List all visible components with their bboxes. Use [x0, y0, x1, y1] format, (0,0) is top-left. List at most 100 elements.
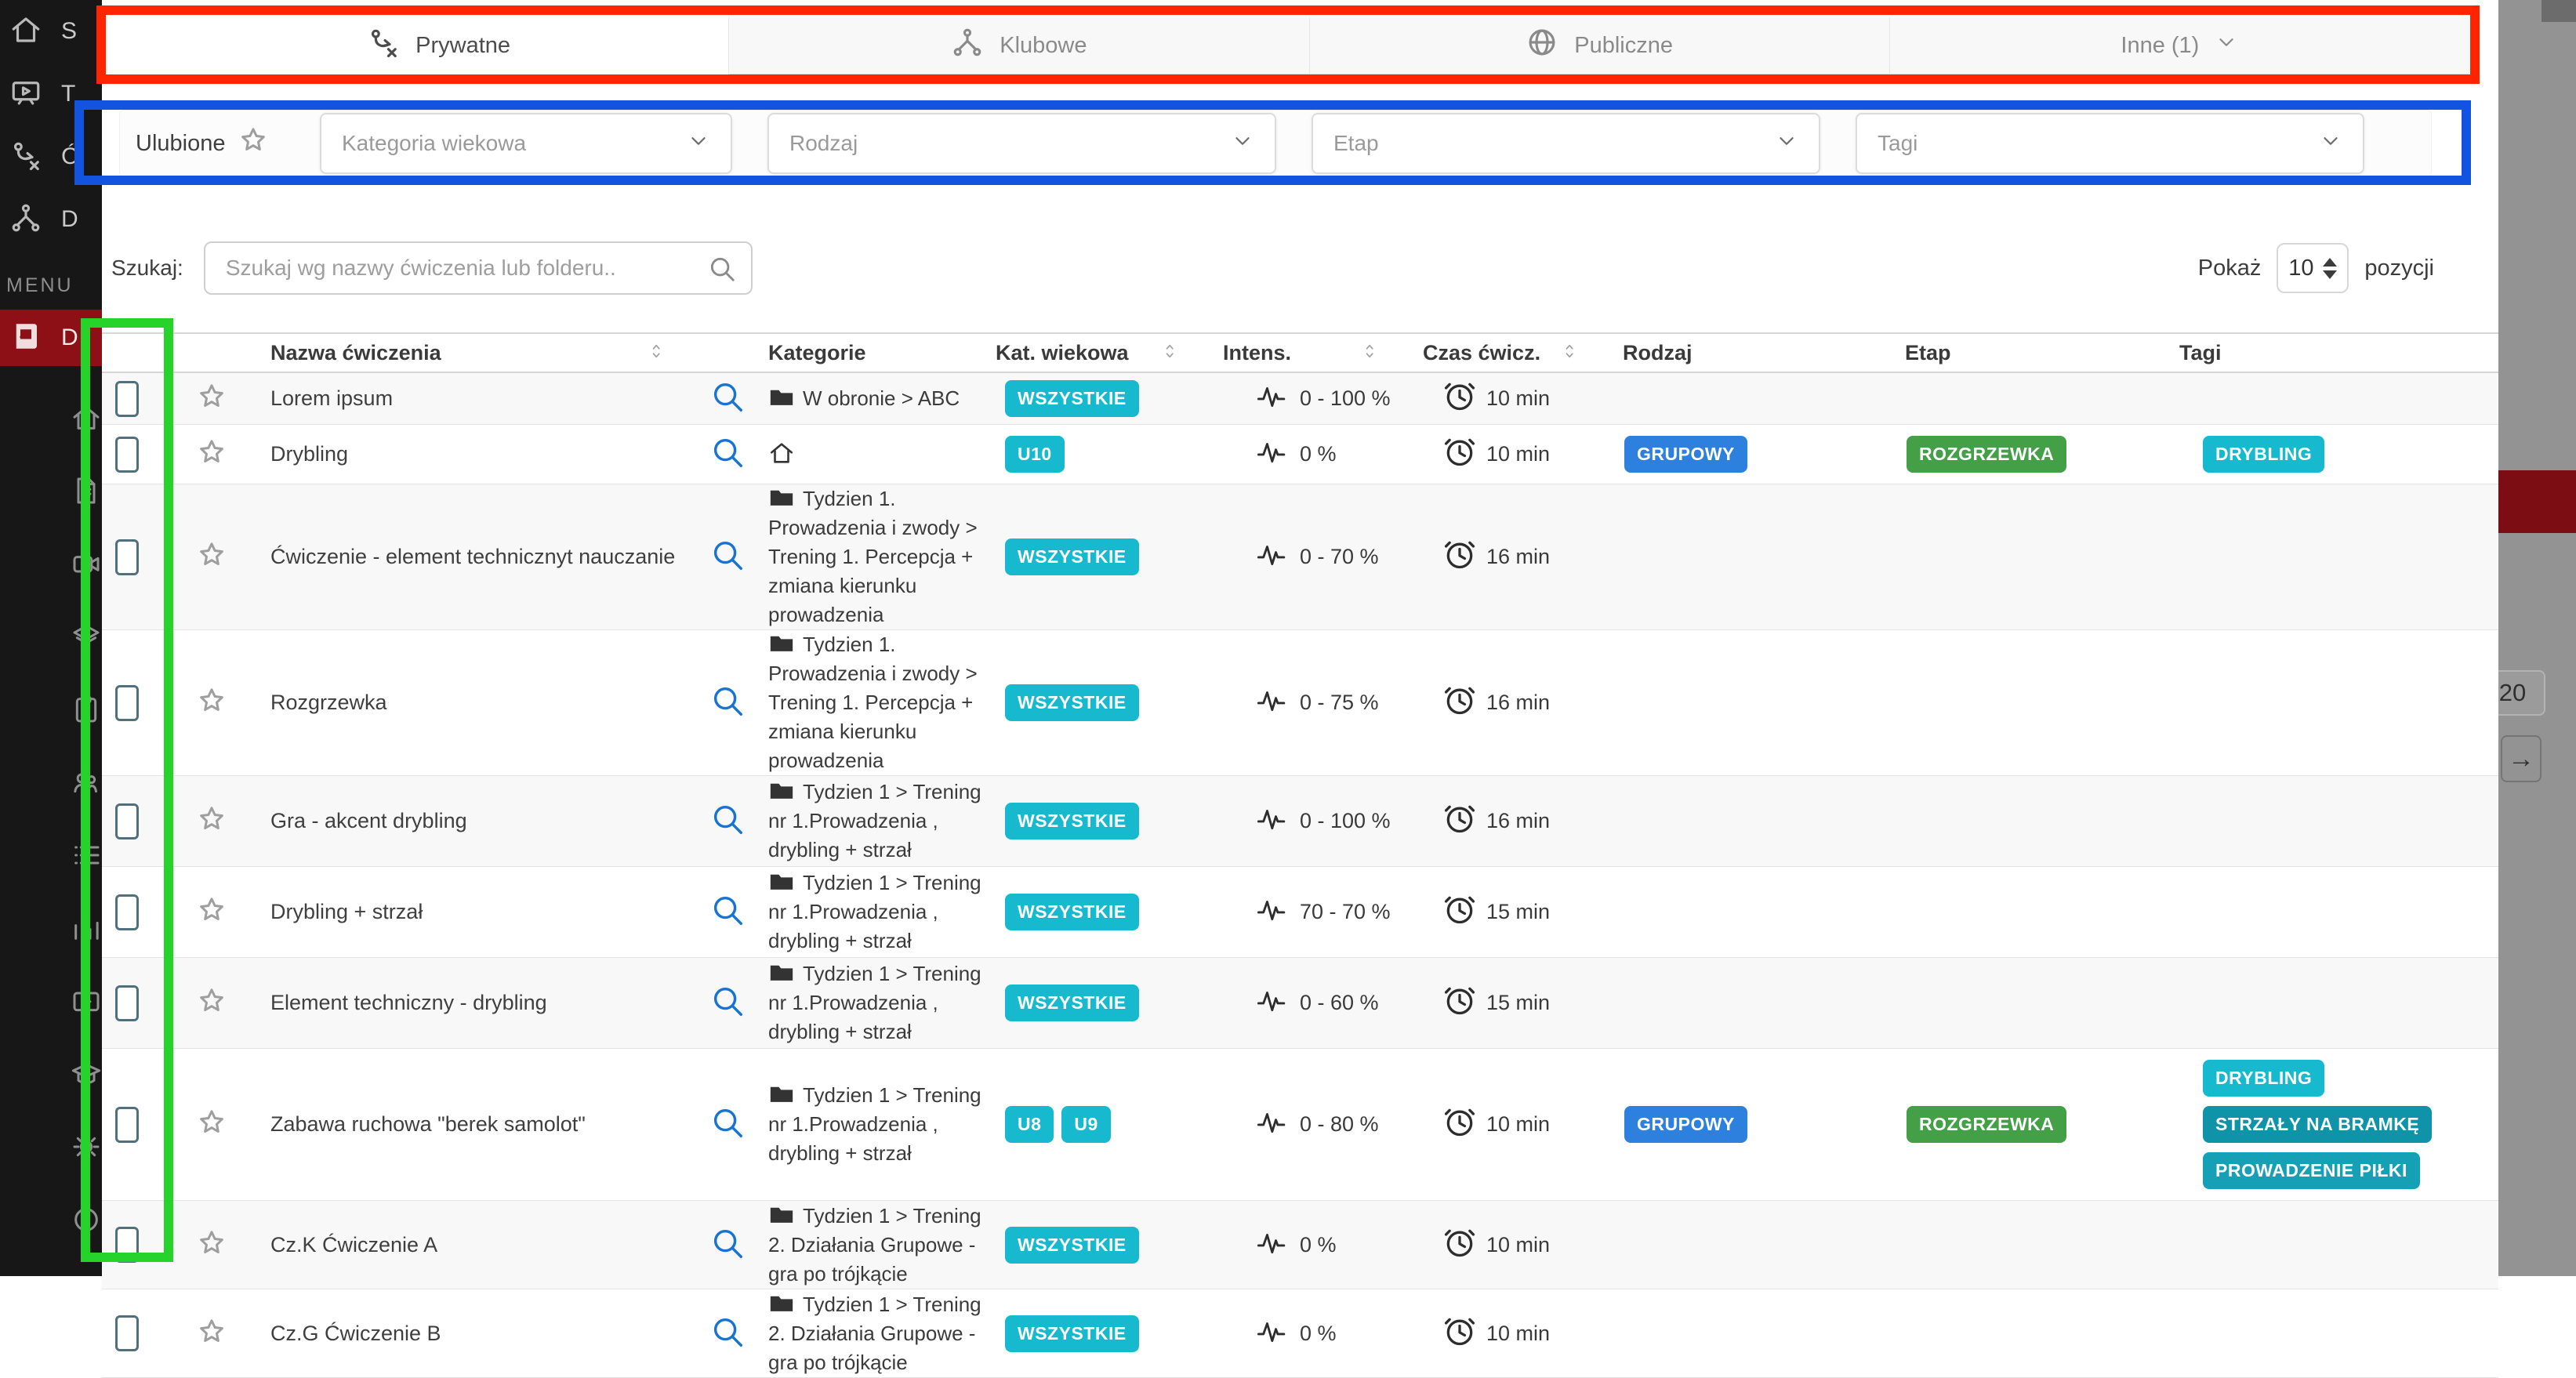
star-icon[interactable]	[196, 1316, 227, 1351]
tab-klubowe[interactable]: Klubowe	[729, 17, 1309, 75]
page-size-select[interactable]: 10	[2277, 243, 2349, 293]
duration-value: 16 min	[1486, 809, 1550, 833]
row-preview-cell	[709, 801, 768, 841]
duration-cell: 10 min	[1423, 379, 1623, 419]
star-icon[interactable]	[196, 685, 227, 720]
row-checkbox[interactable]	[115, 685, 139, 721]
star-icon[interactable]	[196, 894, 227, 930]
star-icon[interactable]	[238, 125, 269, 162]
star-icon[interactable]	[196, 437, 227, 472]
sidebar-item-hierarchy[interactable]: D	[0, 188, 102, 251]
row-checkbox[interactable]	[115, 803, 139, 839]
video-icon[interactable]	[71, 985, 102, 1021]
row-favorite-cell	[188, 985, 270, 1021]
clipboard-icon[interactable]	[71, 694, 102, 729]
intensity-cell: 70 - 70 %	[1223, 894, 1423, 930]
filter-dropdown-kategoria-wiekowa[interactable]: Kategoria wiekowa	[320, 113, 732, 174]
tag-badge: DRYBLING	[2203, 436, 2324, 473]
intensity-cell: 0 - 80 %	[1223, 1107, 1423, 1142]
type-cell: GRUPOWY	[1623, 436, 1905, 473]
table-row: RozgrzewkaTydzien 1. Prowadzenia i zwody…	[102, 630, 2498, 776]
column-header-czas-ćwicz-[interactable]: Czas ćwicz.	[1423, 341, 1623, 365]
zoom-preview-icon[interactable]	[709, 537, 746, 577]
layers-icon[interactable]	[71, 621, 102, 656]
chart-icon[interactable]	[71, 912, 102, 948]
star-icon[interactable]	[196, 1107, 227, 1142]
search-input[interactable]	[205, 243, 751, 293]
zoom-preview-icon[interactable]	[709, 379, 746, 419]
row-checkbox[interactable]	[115, 1315, 139, 1351]
tab-prywatne[interactable]: Prywatne	[149, 17, 729, 75]
zoom-preview-icon[interactable]	[709, 892, 746, 932]
hierarchy-icon	[951, 26, 984, 65]
doc-icon[interactable]	[71, 475, 102, 510]
exercise-name: Drybling	[270, 442, 709, 466]
tag-badge: DRYBLING	[2203, 1060, 2324, 1097]
column-header-etap: Etap	[1905, 341, 2179, 365]
tab-inne-1-[interactable]: Inne (1)	[1890, 17, 2469, 75]
search-icon	[707, 254, 737, 284]
sidebar-item-home[interactable]: S	[0, 0, 102, 63]
row-checkbox[interactable]	[115, 539, 139, 575]
list-icon[interactable]	[71, 839, 102, 875]
duration-value: 16 min	[1486, 691, 1550, 715]
tab-label: Publiczne	[1574, 33, 1673, 59]
zoom-preview-icon[interactable]	[709, 801, 746, 841]
cap-icon[interactable]	[71, 1058, 102, 1093]
filter-dropdown-rodzaj[interactable]: Rodzaj	[767, 113, 1276, 174]
row-checkbox[interactable]	[115, 894, 139, 930]
row-checkbox[interactable]	[115, 1227, 139, 1263]
camera-icon[interactable]	[71, 548, 102, 583]
sort-icon[interactable]	[1562, 341, 1580, 364]
star-icon[interactable]	[196, 985, 227, 1021]
row-checkbox-cell	[102, 1315, 188, 1351]
star-icon[interactable]	[196, 381, 227, 416]
column-header-intens-[interactable]: Intens.	[1223, 341, 1423, 365]
exercise-name: Cz.K Ćwiczenie A	[270, 1233, 709, 1257]
home-icon[interactable]	[71, 402, 102, 437]
age-category-cell: U10	[996, 436, 1223, 473]
intensity-value: 0 - 100 %	[1300, 386, 1391, 411]
stage-badge: ROZGRZEWKA	[1907, 436, 2066, 473]
circle-icon[interactable]	[71, 1204, 102, 1239]
zoom-preview-icon[interactable]	[709, 983, 746, 1023]
zoom-preview-icon[interactable]	[709, 683, 746, 723]
duration-cell: 15 min	[1423, 892, 1623, 932]
sidebar-item-projector[interactable]: T	[0, 63, 102, 125]
zoom-preview-icon[interactable]	[709, 1225, 746, 1265]
column-header-kat-wiekowa[interactable]: Kat. wiekowa	[996, 341, 1223, 365]
sidebar-item-active[interactable]: D	[0, 310, 102, 366]
chevron-down-icon	[2319, 129, 2342, 158]
folder-icon	[768, 780, 803, 803]
gear-icon[interactable]	[71, 1131, 102, 1166]
search-label: Szukaj:	[111, 256, 183, 281]
clock-icon	[1442, 801, 1477, 841]
sort-icon[interactable]	[1163, 341, 1180, 364]
sort-icon[interactable]	[1362, 341, 1380, 364]
sidebar-item-label: S	[61, 18, 77, 45]
age-badge: WSZYSTKIE	[1005, 539, 1139, 575]
star-icon[interactable]	[196, 803, 227, 839]
zoom-preview-icon[interactable]	[709, 1314, 746, 1354]
row-checkbox-cell	[102, 381, 188, 417]
zoom-preview-icon[interactable]	[709, 434, 746, 474]
zoom-preview-icon[interactable]	[709, 1104, 746, 1144]
tab-publiczne[interactable]: Publiczne	[1310, 17, 1890, 75]
spinner-arrows-icon[interactable]	[2323, 258, 2337, 279]
star-icon[interactable]	[196, 539, 227, 575]
column-header-nazwa-ćwiczenia[interactable]: Nazwa ćwiczenia	[270, 341, 709, 365]
filter-dropdown-tagi[interactable]: Tagi	[1856, 113, 2364, 174]
row-checkbox-cell	[102, 1107, 188, 1143]
row-checkbox[interactable]	[115, 1107, 139, 1143]
favorites-filter[interactable]: Ulubione	[136, 125, 320, 162]
people-icon[interactable]	[71, 767, 102, 802]
intensity-value: 0 - 70 %	[1300, 545, 1379, 569]
star-icon[interactable]	[196, 1228, 227, 1263]
sidebar-item-tactics[interactable]: Ć	[0, 125, 102, 188]
filter-dropdown-etap[interactable]: Etap	[1312, 113, 1820, 174]
row-checkbox[interactable]	[115, 985, 139, 1021]
row-checkbox[interactable]	[115, 381, 139, 417]
sort-icon[interactable]	[649, 341, 666, 364]
row-checkbox[interactable]	[115, 437, 139, 473]
age-badge: WSZYSTKIE	[1005, 803, 1139, 839]
